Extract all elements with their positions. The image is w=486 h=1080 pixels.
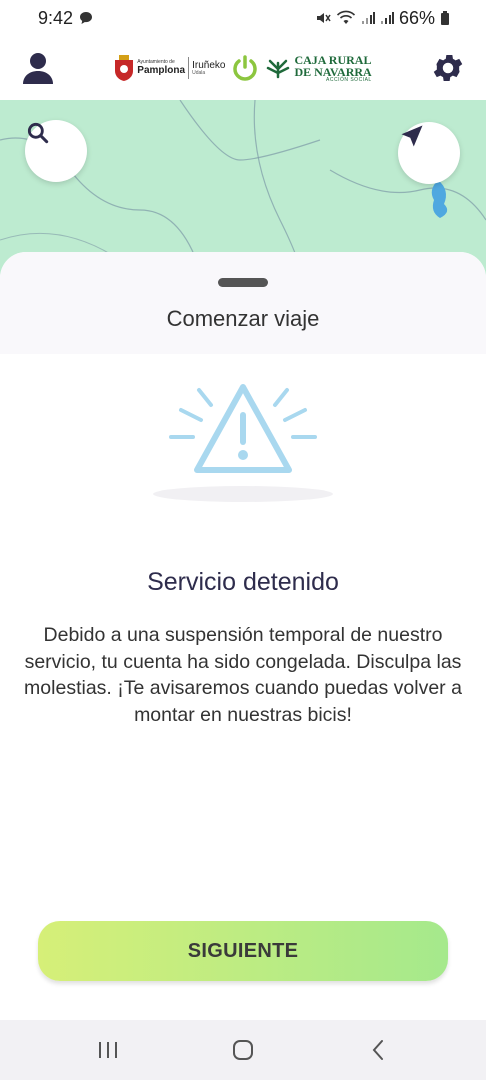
profile-button[interactable] [20, 50, 56, 86]
bottom-sheet: Comenzar viaje Servicio detenido Debido … [0, 252, 486, 1020]
recent-apps-button[interactable] [78, 1028, 138, 1072]
status-time: 9:42 [38, 7, 74, 28]
map-search-button[interactable] [25, 120, 87, 182]
sponsor-logos: Ayuntamiento de Pamplona Iruñeko Udala C… [114, 52, 372, 83]
sheet-header: Comenzar viaje [0, 252, 486, 354]
battery-icon [440, 11, 450, 25]
power-logo-icon [233, 55, 258, 81]
wifi-icon [336, 10, 356, 26]
caja-rural-logo: CAJA RURAL DE NAVARRA ACCIÓN SOCIAL [265, 52, 372, 83]
irunoko-logo-text: Iruñeko Udala [192, 59, 226, 76]
navigation-arrow-icon [401, 125, 423, 147]
person-icon [23, 53, 53, 84]
caja-rural-line1: CAJA RURAL [294, 52, 372, 67]
irunoko-text: Iruñeko [192, 59, 226, 71]
status-bar: 9:42 66% [0, 0, 486, 36]
home-button[interactable] [213, 1028, 273, 1072]
logo-divider [188, 57, 190, 79]
caja-rural-leaf-icon [267, 59, 290, 79]
warning-icon [153, 384, 333, 502]
recent-apps-icon [98, 1042, 117, 1058]
pamplona-logo: Ayuntamiento de Pamplona Iruñeko Udala [114, 55, 225, 81]
pamplona-crest-icon [115, 55, 134, 81]
pamplona-logo-text: Pamplona [137, 64, 186, 76]
gear-icon [433, 54, 463, 82]
drag-handle[interactable] [218, 278, 268, 287]
mute-icon [315, 10, 331, 26]
caja-rural-line2: DE NAVARRA [294, 64, 372, 79]
next-button[interactable]: SIGUIENTE [38, 921, 448, 981]
irunoko-small-text: Udala [192, 69, 206, 76]
sheet-title: Comenzar viaje [166, 306, 320, 331]
back-chevron-icon [372, 1040, 384, 1060]
system-nav-bar [0, 1020, 486, 1080]
signal-icon [380, 11, 394, 25]
search-icon [27, 122, 49, 144]
battery-percentage: 66% [398, 7, 435, 28]
home-icon [232, 1040, 253, 1060]
chat-notification-icon [79, 11, 93, 25]
message-title: Servicio detenido [147, 568, 339, 596]
settings-button[interactable] [430, 50, 466, 86]
app-header: Ayuntamiento de Pamplona Iruñeko Udala C… [0, 36, 486, 100]
back-button[interactable] [348, 1028, 408, 1072]
my-location-button[interactable] [398, 122, 460, 184]
message-body: Debido a una suspensión temporal de nues… [24, 624, 462, 726]
signal-icon [361, 11, 375, 25]
